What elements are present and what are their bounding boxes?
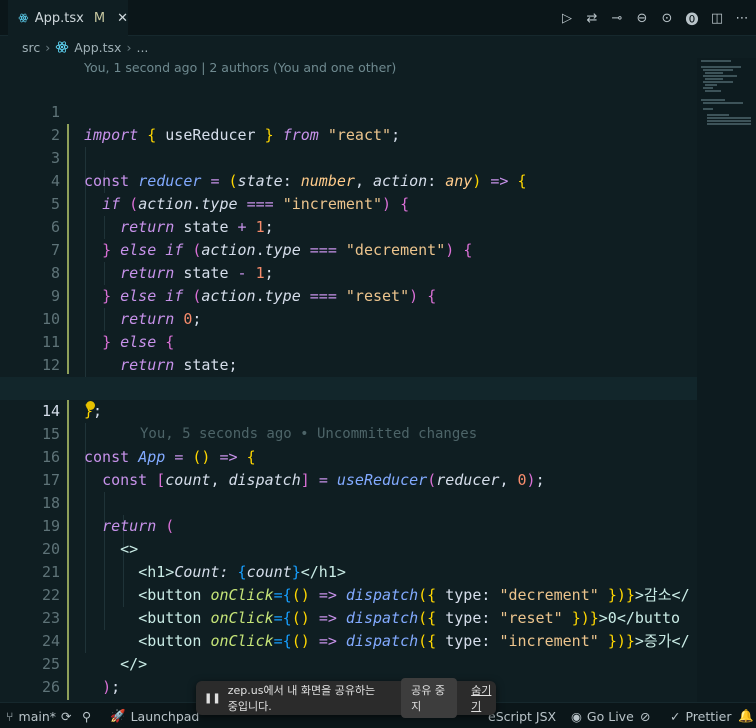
code-line[interactable]: 23 <button onClick={() => dispatch({ typ…: [0, 584, 697, 650]
run-icon[interactable]: ▷: [559, 10, 575, 26]
code-line[interactable]: 7 return state - 1;: [0, 216, 697, 282]
code-line[interactable]: 5 return state + 1;: [0, 170, 697, 236]
language-mode[interactable]: eScript JSX: [488, 703, 556, 728]
share-message: zep.us에서 내 화면을 공유하는 중입니다.: [227, 684, 376, 713]
code-line[interactable]: 11 return state;: [0, 308, 697, 374]
pause-icon: ❚❚: [204, 692, 221, 704]
git-branch-icon: ⑂: [6, 708, 14, 724]
compare-changes-icon[interactable]: ⇄: [584, 10, 600, 26]
notifications-icon[interactable]: ⊘: [640, 703, 650, 728]
tab-filename: App.tsx: [34, 10, 84, 26]
code-line[interactable]: 8 } else if (action.type === "reset") {: [0, 239, 697, 305]
code-line[interactable]: 26 };: [0, 653, 697, 719]
sync-icon[interactable]: ⟳: [61, 709, 71, 724]
breadcrumb-separator-icon: ›: [126, 39, 132, 55]
breadcrumb-more[interactable]: ...: [136, 40, 148, 55]
breadcrumb: src › App.tsx › ...: [0, 36, 756, 58]
check-icon: ✓: [670, 708, 681, 724]
breadcrumb-separator-icon: ›: [45, 39, 51, 55]
code-line[interactable]: 16 const [count, dispatch] = useReducer(…: [0, 423, 697, 489]
hide-banner-link[interactable]: 숨기기: [471, 682, 496, 714]
tab-app-tsx[interactable]: App.tsx M ✕: [8, 0, 128, 36]
code-line[interactable]: 17: [0, 446, 697, 489]
close-tab-icon[interactable]: ✕: [117, 11, 128, 26]
code-line[interactable]: 9 return 0;: [0, 262, 697, 328]
breadcrumb-file[interactable]: App.tsx: [74, 40, 121, 55]
code-line[interactable]: 15 const App = () => {: [0, 400, 697, 466]
blame-annotation[interactable]: You, 1 second ago | 2 authors (You and o…: [84, 58, 396, 78]
branch-indicator[interactable]: ⑂ main* ⟳: [6, 703, 71, 728]
code-line[interactable]: 20 <h1>Count: {count}</h1>: [0, 515, 697, 581]
code-line[interactable]: 25 );: [0, 630, 697, 696]
breadcrumb-folder[interactable]: src: [22, 40, 40, 55]
code-line[interactable]: 21 <button onClick={() => dispatch({ typ…: [0, 538, 697, 604]
split-editor-icon[interactable]: ◫: [709, 10, 725, 26]
code-line[interactable]: 19 <>: [0, 492, 697, 558]
code-line[interactable]: 13 };: [0, 354, 697, 420]
code-line[interactable]: 10 } else {: [0, 285, 697, 351]
code-line[interactable]: 24 </>: [0, 607, 697, 673]
launchpad-item[interactable]: 🚀 Launchpad: [110, 703, 199, 728]
next-change-icon[interactable]: ⊙: [659, 10, 675, 26]
tab-bar: App.tsx M ✕ ▷ ⇄ ⊸ ⊖ ⊙ ⓿ ◫ ⋯: [0, 0, 756, 36]
source-control-graph-icon[interactable]: ⚲: [82, 703, 91, 728]
react-file-icon: [56, 41, 69, 53]
code-line[interactable]: 22 <button onClick={() => dispatch({ typ…: [0, 561, 697, 627]
code-line[interactable]: 12 }: [0, 331, 697, 397]
code-line[interactable]: 6 } else if (action.type === "decrement"…: [0, 193, 697, 259]
code-line[interactable]: 4 if (action.type === "increment") {: [0, 147, 697, 213]
code-line[interactable]: 1 import { useReducer } from "react";: [0, 78, 697, 144]
minimap[interactable]: [697, 58, 756, 702]
open-changes-icon[interactable]: ⊸: [609, 10, 625, 26]
code-editor[interactable]: You, 1 second ago | 2 authors (You and o…: [0, 58, 697, 728]
modified-indicator: M: [93, 10, 106, 26]
blame-icon[interactable]: ⓿: [684, 10, 700, 28]
editor-toolbar: ▷ ⇄ ⊸ ⊖ ⊙ ⓿ ◫ ⋯: [559, 0, 750, 36]
react-file-icon: [18, 13, 29, 23]
screen-share-banner: ❚❚ zep.us에서 내 화면을 공유하는 중입니다. 공유 중지 숨기기: [196, 678, 496, 718]
prettier-item[interactable]: ✓ Prettier: [670, 703, 731, 728]
stop-sharing-button[interactable]: 공유 중지: [401, 678, 458, 718]
broadcast-icon: ◉: [571, 708, 582, 724]
bell-icon[interactable]: 🔔: [738, 703, 754, 728]
go-live-button[interactable]: ◉ Go Live: [571, 703, 634, 728]
code-line[interactable]: 18 return (: [0, 469, 697, 535]
code-line[interactable]: 2: [0, 101, 697, 144]
code-line[interactable]: 3 const reducer = (state: number, action…: [0, 124, 697, 190]
more-actions-icon[interactable]: ⋯: [734, 10, 750, 26]
previous-change-icon[interactable]: ⊖: [634, 10, 650, 26]
current-line[interactable]: 14 You, 5 seconds ago • Uncommitted chan…: [0, 377, 697, 442]
rocket-icon: 🚀: [110, 708, 126, 723]
